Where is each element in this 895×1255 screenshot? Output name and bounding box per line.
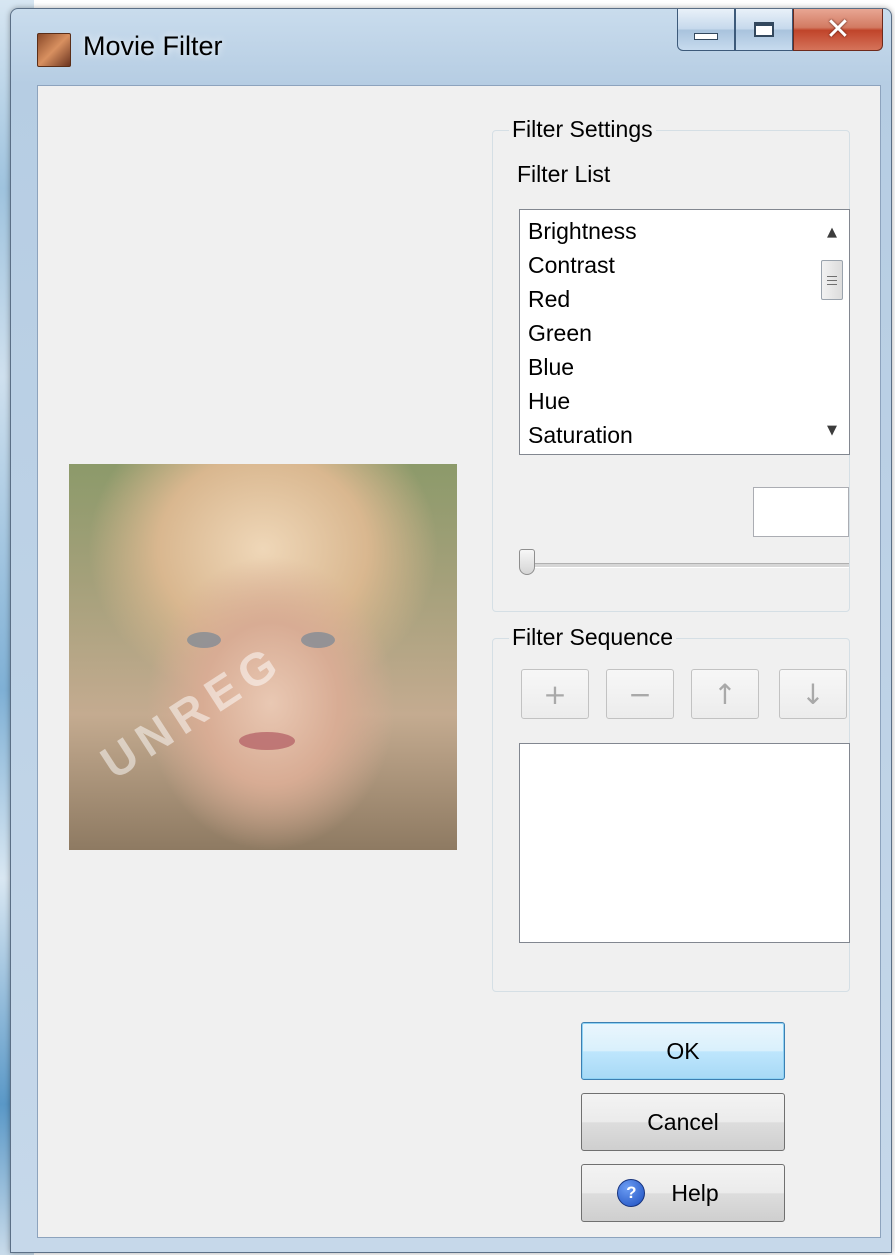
help-icon: ? (617, 1179, 646, 1207)
filter-list-scrollbar[interactable]: ▲ ▼ (815, 210, 849, 454)
help-button[interactable]: ? Help (581, 1164, 785, 1222)
maximize-button[interactable] (735, 9, 793, 51)
movie-filter-window: Movie Filter ✕ UNREG Filter Settings Fil… (10, 8, 892, 1253)
scroll-up-arrow-icon[interactable]: ▲ (815, 216, 849, 250)
cancel-button[interactable]: Cancel (581, 1093, 785, 1151)
ok-button[interactable]: OK (581, 1022, 785, 1080)
preview-mouth (239, 732, 295, 750)
preview-eye-left (187, 632, 221, 648)
move-up-button[interactable]: ↑ (691, 669, 759, 719)
slider-thumb[interactable] (519, 549, 535, 575)
ok-button-label: OK (666, 1037, 700, 1064)
close-button[interactable]: ✕ (793, 9, 883, 51)
app-movie-icon (37, 33, 71, 67)
filter-list-items: Brightness Contrast Red Green Blue Hue Saturat… (528, 214, 637, 452)
sequence-toolbar: + − ↑ ↓ (521, 669, 851, 721)
filter-amount-slider[interactable] (519, 541, 849, 581)
filter-list-item[interactable]: Blue (528, 350, 637, 384)
filter-list-item[interactable]: Hue (528, 384, 637, 418)
slider-track (523, 563, 849, 568)
minimize-icon (694, 33, 718, 40)
filter-list-item[interactable]: Red (528, 282, 637, 316)
move-down-button[interactable]: ↓ (779, 669, 847, 719)
window-title: Movie Filter (83, 31, 223, 61)
grip-line (827, 275, 837, 277)
close-icon: ✕ (825, 11, 851, 47)
filter-list-item[interactable]: Green (528, 316, 637, 350)
minus-icon: − (628, 677, 652, 711)
scroll-thumb[interactable] (821, 260, 843, 300)
filter-sequence-title: Filter Sequence (509, 623, 677, 651)
grip-line (827, 283, 837, 285)
minimize-button[interactable] (677, 9, 735, 51)
add-filter-button[interactable]: + (521, 669, 589, 719)
help-button-label: Help (671, 1179, 719, 1206)
grip-line (827, 279, 837, 281)
filter-value-field[interactable] (753, 487, 849, 537)
filter-settings-group: Filter Settings Filter List Brightness Co… (492, 115, 850, 612)
filter-list[interactable]: Brightness Contrast Red Green Blue Hue Saturat… (519, 209, 850, 455)
preview-eye-right (301, 632, 335, 648)
filter-list-item[interactable]: Contrast (528, 248, 637, 282)
scroll-down-arrow-icon[interactable]: ▼ (815, 414, 849, 448)
remove-filter-button[interactable]: − (606, 669, 674, 719)
caption-buttons: ✕ (677, 9, 883, 53)
filter-settings-title: Filter Settings (509, 115, 656, 143)
filter-sequence-group: Filter Sequence + − ↑ ↓ (492, 623, 851, 992)
unregistered-watermark: UNREG (91, 633, 293, 789)
dialog-client-area: UNREG Filter Settings Filter List Bright… (37, 85, 881, 1238)
plus-icon: + (543, 677, 567, 711)
arrow-down-icon: ↓ (801, 677, 825, 711)
maximize-icon (754, 22, 774, 37)
arrow-up-icon: ↑ (713, 677, 737, 711)
cancel-button-label: Cancel (647, 1108, 719, 1135)
movie-preview-image: UNREG (69, 464, 457, 850)
title-bar[interactable]: Movie Filter ✕ (11, 9, 891, 85)
filter-list-item[interactable]: Saturation (528, 418, 637, 452)
filter-list-label: Filter List (517, 161, 611, 187)
filter-sequence-list[interactable] (519, 743, 850, 943)
filter-list-item[interactable]: Brightness (528, 214, 637, 248)
